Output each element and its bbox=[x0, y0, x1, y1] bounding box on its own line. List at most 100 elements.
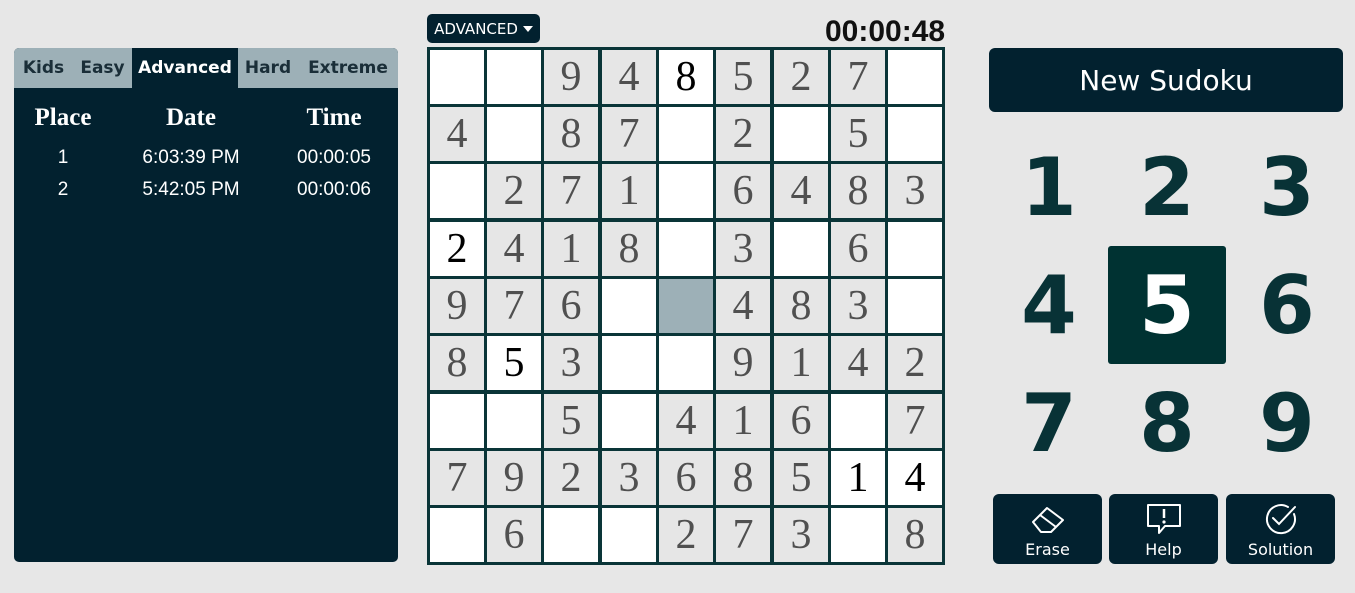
grid-cell[interactable]: 5 bbox=[831, 107, 885, 161]
number-9-button[interactable]: 9 bbox=[1228, 364, 1346, 482]
grid-cell[interactable]: 6 bbox=[659, 451, 713, 505]
grid-cell[interactable] bbox=[888, 222, 942, 276]
grid-cell[interactable]: 4 bbox=[487, 222, 541, 276]
grid-cell[interactable]: 9 bbox=[716, 336, 770, 390]
grid-cell[interactable]: 6 bbox=[831, 222, 885, 276]
grid-cell[interactable]: 6 bbox=[774, 394, 828, 448]
grid-cell[interactable]: 3 bbox=[831, 279, 885, 333]
new-sudoku-button[interactable]: New Sudoku bbox=[989, 48, 1343, 112]
grid-cell[interactable] bbox=[659, 107, 713, 161]
grid-cell[interactable]: 4 bbox=[602, 50, 656, 104]
grid-cell[interactable] bbox=[430, 394, 484, 448]
grid-cell[interactable]: 2 bbox=[487, 164, 541, 218]
grid-cell[interactable]: 8 bbox=[888, 508, 942, 562]
grid-cell[interactable]: 4 bbox=[774, 164, 828, 218]
grid-cell[interactable]: 3 bbox=[602, 451, 656, 505]
grid-cell[interactable]: 7 bbox=[544, 164, 598, 218]
grid-cell[interactable]: 4 bbox=[888, 451, 942, 505]
number-1-button[interactable]: 1 bbox=[990, 128, 1108, 246]
grid-cell[interactable]: 5 bbox=[774, 451, 828, 505]
number-3-button[interactable]: 3 bbox=[1228, 128, 1346, 246]
grid-cell[interactable]: 7 bbox=[430, 451, 484, 505]
number-5-button[interactable]: 5 bbox=[1108, 246, 1226, 364]
grid-cell[interactable] bbox=[659, 164, 713, 218]
solution-button[interactable]: Solution bbox=[1226, 494, 1335, 564]
erase-button[interactable]: Erase bbox=[993, 494, 1102, 564]
tab-kids[interactable]: Kids bbox=[14, 48, 73, 88]
grid-cell[interactable]: 3 bbox=[888, 164, 942, 218]
difficulty-dropdown[interactable]: ADVANCED bbox=[427, 14, 540, 43]
grid-cell[interactable]: 8 bbox=[544, 107, 598, 161]
grid-cell[interactable]: 1 bbox=[831, 451, 885, 505]
tab-extreme[interactable]: Extreme bbox=[298, 48, 398, 88]
grid-cell[interactable] bbox=[888, 50, 942, 104]
grid-cell[interactable]: 2 bbox=[774, 50, 828, 104]
grid-cell[interactable]: 6 bbox=[716, 164, 770, 218]
number-8-button[interactable]: 8 bbox=[1108, 364, 1226, 482]
grid-cell[interactable]: 4 bbox=[831, 336, 885, 390]
grid-cell[interactable] bbox=[774, 107, 828, 161]
grid-cell[interactable] bbox=[487, 394, 541, 448]
grid-cell[interactable]: 5 bbox=[716, 50, 770, 104]
grid-cell[interactable] bbox=[430, 50, 484, 104]
number-6-button[interactable]: 6 bbox=[1228, 246, 1346, 364]
number-2-button[interactable]: 2 bbox=[1108, 128, 1226, 246]
grid-cell[interactable]: 7 bbox=[831, 50, 885, 104]
grid-cell[interactable]: 8 bbox=[430, 336, 484, 390]
grid-cell[interactable]: 5 bbox=[487, 336, 541, 390]
grid-cell[interactable] bbox=[487, 107, 541, 161]
tab-hard[interactable]: Hard bbox=[238, 48, 298, 88]
grid-cell[interactable]: 4 bbox=[430, 107, 484, 161]
grid-cell[interactable]: 8 bbox=[716, 451, 770, 505]
grid-cell[interactable]: 4 bbox=[659, 394, 713, 448]
grid-cell[interactable]: 2 bbox=[716, 107, 770, 161]
grid-cell[interactable]: 1 bbox=[602, 164, 656, 218]
grid-cell[interactable] bbox=[831, 508, 885, 562]
grid-cell[interactable]: 7 bbox=[487, 279, 541, 333]
grid-cell[interactable]: 8 bbox=[659, 50, 713, 104]
grid-cell[interactable]: 7 bbox=[602, 107, 656, 161]
grid-cell[interactable] bbox=[602, 336, 656, 390]
grid-cell[interactable]: 1 bbox=[716, 394, 770, 448]
grid-cell[interactable]: 2 bbox=[430, 222, 484, 276]
grid-cell[interactable] bbox=[888, 107, 942, 161]
grid-cell[interactable]: 5 bbox=[544, 394, 598, 448]
grid-cell[interactable]: 9 bbox=[544, 50, 598, 104]
grid-cell[interactable]: 3 bbox=[716, 222, 770, 276]
grid-cell[interactable]: 9 bbox=[430, 279, 484, 333]
grid-cell[interactable]: 9 bbox=[487, 451, 541, 505]
grid-cell[interactable]: 6 bbox=[544, 279, 598, 333]
grid-cell[interactable] bbox=[430, 164, 484, 218]
grid-cell[interactable] bbox=[888, 279, 942, 333]
grid-cell[interactable] bbox=[544, 508, 598, 562]
tab-easy[interactable]: Easy bbox=[73, 48, 132, 88]
grid-cell[interactable]: 8 bbox=[774, 279, 828, 333]
grid-cell[interactable]: 7 bbox=[888, 394, 942, 448]
grid-cell[interactable]: 8 bbox=[831, 164, 885, 218]
grid-cell[interactable]: 2 bbox=[659, 508, 713, 562]
grid-cell[interactable] bbox=[659, 222, 713, 276]
grid-cell[interactable]: 6 bbox=[487, 508, 541, 562]
grid-cell[interactable]: 3 bbox=[544, 336, 598, 390]
number-7-button[interactable]: 7 bbox=[990, 364, 1108, 482]
grid-cell[interactable] bbox=[831, 394, 885, 448]
grid-cell[interactable]: 1 bbox=[774, 336, 828, 390]
grid-cell[interactable]: 3 bbox=[774, 508, 828, 562]
grid-cell[interactable]: 4 bbox=[716, 279, 770, 333]
grid-cell[interactable]: 2 bbox=[888, 336, 942, 390]
help-button[interactable]: Help bbox=[1109, 494, 1218, 564]
grid-cell[interactable] bbox=[659, 336, 713, 390]
grid-cell[interactable]: 2 bbox=[544, 451, 598, 505]
grid-cell[interactable] bbox=[602, 508, 656, 562]
tab-advanced[interactable]: Advanced bbox=[132, 48, 238, 88]
grid-cell[interactable] bbox=[430, 508, 484, 562]
grid-cell[interactable] bbox=[487, 50, 541, 104]
grid-cell[interactable] bbox=[602, 279, 656, 333]
grid-cell[interactable] bbox=[602, 394, 656, 448]
grid-cell[interactable] bbox=[774, 222, 828, 276]
grid-cell[interactable]: 7 bbox=[716, 508, 770, 562]
number-4-button[interactable]: 4 bbox=[990, 246, 1108, 364]
grid-cell[interactable]: 8 bbox=[602, 222, 656, 276]
grid-cell[interactable]: 1 bbox=[544, 222, 598, 276]
grid-cell[interactable] bbox=[659, 279, 713, 333]
